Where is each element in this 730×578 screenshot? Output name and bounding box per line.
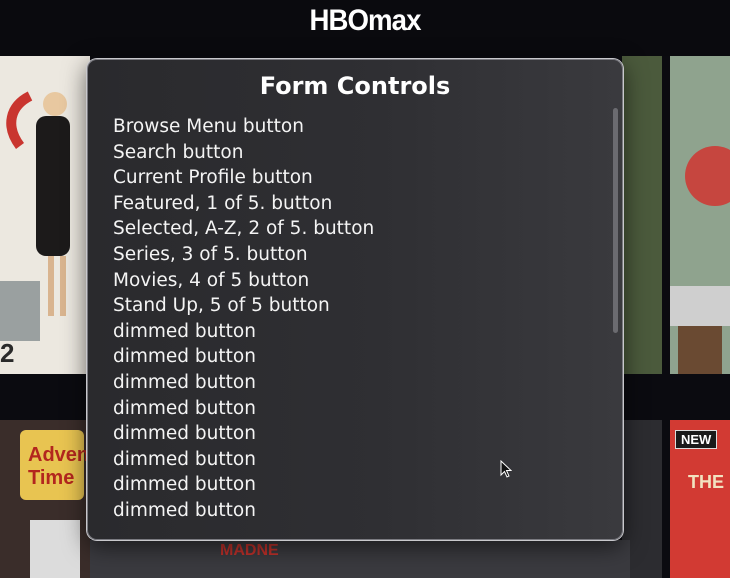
list-item[interactable]: Search button bbox=[113, 140, 374, 166]
list-item[interactable]: Movies, 4 of 5 button bbox=[113, 268, 374, 294]
poster-title: Adventure Time bbox=[28, 444, 90, 489]
poster-tile[interactable] bbox=[622, 56, 662, 374]
list-item[interactable]: Stand Up, 5 of 5 button bbox=[113, 293, 374, 319]
list-item[interactable]: dimmed button bbox=[113, 370, 374, 396]
poster-artwork bbox=[670, 56, 730, 374]
list-item[interactable]: dimmed button bbox=[113, 472, 374, 498]
poster-title: MADNE bbox=[220, 542, 279, 559]
list-item[interactable]: Browse Menu button bbox=[113, 114, 374, 140]
poster-tile[interactable]: Adventure Time bbox=[0, 420, 90, 578]
list-item[interactable]: Selected, A-Z, 2 of 5. button bbox=[113, 216, 374, 242]
mouse-pointer-icon bbox=[500, 460, 512, 478]
list-item[interactable]: dimmed button bbox=[113, 344, 374, 370]
top-bar: HBOmax bbox=[0, 0, 730, 56]
list-item[interactable]: dimmed button bbox=[113, 396, 374, 422]
form-controls-list: Browse Menu button Search button Current… bbox=[113, 114, 374, 524]
hbo-max-logo[interactable]: HBOmax bbox=[29, 4, 701, 38]
poster-title: THE bbox=[688, 472, 724, 492]
list-item[interactable]: Featured, 1 of 5. button bbox=[113, 191, 374, 217]
list-item[interactable]: Current Profile button bbox=[113, 165, 374, 191]
list-item[interactable]: dimmed button bbox=[113, 319, 374, 345]
list-item[interactable]: Series, 3 of 5. button bbox=[113, 242, 374, 268]
poster-artwork bbox=[0, 56, 90, 374]
panel-scrollbar[interactable] bbox=[613, 108, 618, 333]
new-badge: NEW bbox=[675, 430, 718, 449]
panel-title: Form Controls bbox=[259, 72, 451, 100]
poster-tile[interactable]: 2 DAYS bbox=[0, 56, 90, 374]
poster-row-bottom[interactable]: MADNE bbox=[90, 540, 630, 578]
list-item[interactable]: dimmed button bbox=[113, 421, 374, 447]
form-controls-panel: Form Controls Browse Menu button Search … bbox=[87, 59, 623, 540]
list-item[interactable]: dimmed button bbox=[113, 447, 374, 473]
list-item[interactable]: dimmed button bbox=[113, 498, 374, 524]
poster-title: 2 DAYS bbox=[0, 338, 70, 374]
poster-tile[interactable] bbox=[670, 56, 730, 374]
